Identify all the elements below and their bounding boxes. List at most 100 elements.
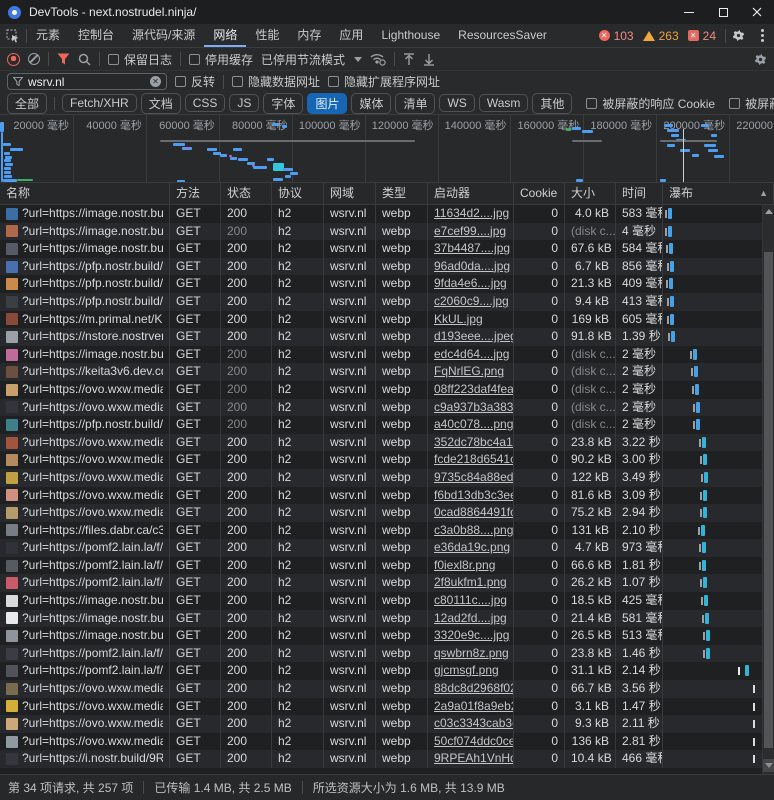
scrollbar-thumb[interactable] [764, 252, 773, 748]
table-row[interactable]: ?url=https://ovo.wxw.media... GET 200 h2… [0, 451, 774, 469]
request-initiator[interactable]: 2f8ukfm1.png [428, 574, 514, 592]
request-initiator[interactable]: c2060c9....jpg [428, 293, 514, 311]
close-button[interactable] [740, 0, 774, 24]
request-initiator[interactable]: 96ad0da....jpg [428, 258, 514, 276]
column-header-protocol[interactable]: 协议 [272, 183, 324, 204]
request-initiator[interactable]: 12ad2fd....jpg [428, 610, 514, 628]
request-initiator[interactable]: c80111c....jpg [428, 592, 514, 610]
request-name-cell[interactable]: ?url=https://image.nostr.bui... [0, 592, 170, 610]
request-initiator[interactable]: 08ff223daf4fea96 [428, 381, 514, 399]
request-initiator[interactable]: f0iexl8r.png [428, 557, 514, 575]
request-initiator[interactable]: qswbrn8z.png [428, 645, 514, 663]
request-initiator[interactable]: f6bd13db3c3ee3 [428, 487, 514, 505]
throttling-dropdown[interactable]: 已停用节流模式 [261, 51, 362, 68]
request-name-cell[interactable]: ?url=https://ovo.wxw.media... [0, 434, 170, 452]
export-har-icon[interactable] [423, 53, 435, 66]
type-filter-chip[interactable]: Wasm [479, 94, 529, 112]
request-name-cell[interactable]: ?url=https://image.nostr.bui... [0, 627, 170, 645]
request-name-cell[interactable]: ?url=https://nstore.nostrver... [0, 328, 170, 346]
devtools-tab[interactable]: 源代码/来源 [123, 24, 204, 47]
table-row[interactable]: ?url=https://image.nostr.bui... GET 200 … [0, 205, 774, 223]
table-row[interactable]: ?url=https://ovo.wxw.media... GET 200 h2… [0, 504, 774, 522]
request-name-cell[interactable]: ?url=https://files.dabr.ca/c3... [0, 522, 170, 540]
request-initiator[interactable]: 3320e9c....jpg [428, 627, 514, 645]
table-row[interactable]: ?url=https://m.primal.net/K... GET 200 h… [0, 311, 774, 329]
type-filter-chip[interactable]: 图片 [307, 93, 347, 114]
request-initiator[interactable]: 50cf074ddc0ce9 [428, 733, 514, 751]
request-name-cell[interactable]: ?url=https://pfp.nostr.build/... [0, 275, 170, 293]
request-name-cell[interactable]: ?url=https://pfp.nostr.build/... [0, 293, 170, 311]
request-initiator[interactable]: 2a9a01f8a9eb2c [428, 698, 514, 716]
hide-data-urls-checkbox[interactable]: 隐藏数据网址 [232, 73, 320, 90]
table-row[interactable]: ?url=https://pfp.nostr.build/... GET 200… [0, 293, 774, 311]
request-initiator[interactable]: edc4d64....jpg [428, 346, 514, 364]
request-name-cell[interactable]: ?url=https://ovo.wxw.media... [0, 487, 170, 505]
table-row[interactable]: ?url=https://pomf2.lain.la/f/... GET 200… [0, 662, 774, 680]
table-row[interactable]: ?url=https://i.nostr.build/9R... GET 200… [0, 750, 774, 768]
table-row[interactable]: ?url=https://pomf2.lain.la/f/... GET 200… [0, 557, 774, 575]
preserve-log-checkbox[interactable]: 保留日志 [108, 51, 172, 68]
checkbox[interactable] [232, 76, 243, 87]
devtools-tab[interactable]: 内存 [288, 24, 330, 47]
request-initiator[interactable]: 11634d2....jpg [428, 205, 514, 223]
table-row[interactable]: ?url=https://image.nostr.bui... GET 200 … [0, 610, 774, 628]
request-name-cell[interactable]: ?url=https://pfp.nostr.build/... [0, 258, 170, 276]
devtools-tab[interactable]: 应用 [330, 24, 372, 47]
table-row[interactable]: ?url=https://pfp.nostr.build/... GET 200… [0, 416, 774, 434]
request-name-cell[interactable]: ?url=https://image.nostr.bui... [0, 205, 170, 223]
type-filter-chip[interactable]: Fetch/XHR [62, 94, 137, 112]
column-header-name[interactable]: 名称 [0, 183, 170, 204]
request-initiator[interactable]: FqNrlEG.png [428, 363, 514, 381]
request-name-cell[interactable]: ?url=https://ovo.wxw.media... [0, 698, 170, 716]
request-initiator[interactable]: 0cad8864491fc0 [428, 504, 514, 522]
request-name-cell[interactable]: ?url=https://ovo.wxw.media... [0, 469, 170, 487]
request-initiator[interactable]: e7cef99....jpg [428, 223, 514, 241]
table-row[interactable]: ?url=https://pfp.nostr.build/... GET 200… [0, 275, 774, 293]
type-filter-chip[interactable]: CSS [185, 94, 226, 112]
column-header-waterfall[interactable]: 瀑布 ▲ [663, 183, 774, 204]
request-initiator[interactable]: 9RPEAh1VnHdPz [428, 750, 514, 768]
request-name-cell[interactable]: ?url=https://image.nostr.bui... [0, 610, 170, 628]
table-row[interactable]: ?url=https://ovo.wxw.media... GET 200 h2… [0, 381, 774, 399]
table-row[interactable]: ?url=https://nstore.nostrver... GET 200 … [0, 328, 774, 346]
request-name-cell[interactable]: ?url=https://pomf2.lain.la/f/... [0, 645, 170, 663]
request-initiator[interactable]: d193eee....jpeg [428, 328, 514, 346]
request-initiator[interactable]: gjcmsgf.png [428, 662, 514, 680]
table-row[interactable]: ?url=https://ovo.wxw.media... GET 200 h2… [0, 680, 774, 698]
column-header-cookie[interactable]: Cookie [514, 183, 565, 204]
devtools-tab[interactable]: Lighthouse [372, 24, 449, 47]
minimize-button[interactable] [672, 0, 706, 24]
table-row[interactable]: ?url=https://ovo.wxw.media... GET 200 h2… [0, 733, 774, 751]
maximize-button[interactable] [706, 0, 740, 24]
table-row[interactable]: ?url=https://image.nostr.bui... GET 200 … [0, 627, 774, 645]
request-initiator[interactable]: c03c3343cab3ee [428, 715, 514, 733]
request-initiator[interactable]: 9735c84a88ed48 [428, 469, 514, 487]
devtools-tab[interactable]: 性能 [246, 24, 288, 47]
request-initiator[interactable]: 352dc78bc4a116 [428, 434, 514, 452]
table-row[interactable]: ?url=https://image.nostr.bui... GET 200 … [0, 346, 774, 364]
table-row[interactable]: ?url=https://ovo.wxw.media... GET 200 h2… [0, 469, 774, 487]
blocked-requests-checkbox[interactable]: 被屏蔽的请求 [729, 95, 774, 112]
clear-filter-icon[interactable]: ✕ [150, 76, 161, 87]
table-row[interactable]: ?url=https://ovo.wxw.media... GET 200 h2… [0, 715, 774, 733]
request-initiator[interactable]: e36da19c.png [428, 539, 514, 557]
filter-toggle-icon[interactable] [57, 53, 70, 65]
request-name-cell[interactable]: ?url=https://m.primal.net/K... [0, 311, 170, 329]
network-settings-gear-icon[interactable] [754, 53, 767, 66]
type-filter-chip[interactable]: 全部 [7, 93, 47, 114]
devtools-tab[interactable]: 网络 [204, 24, 246, 47]
more-options-kebab-icon[interactable] [751, 29, 774, 42]
table-row[interactable]: ?url=https://ovo.wxw.media... GET 200 h2… [0, 698, 774, 716]
devtools-tab[interactable]: 元素 [27, 24, 69, 47]
request-name-cell[interactable]: ?url=https://pomf2.lain.la/f/... [0, 662, 170, 680]
table-row[interactable]: ?url=https://keita3v6.dev.cd... GET 200 … [0, 363, 774, 381]
settings-gear-icon[interactable] [726, 29, 751, 42]
filter-input[interactable] [28, 75, 128, 89]
table-row[interactable]: ?url=https://image.nostr.bui... GET 200 … [0, 223, 774, 241]
column-header-type[interactable]: 类型 [376, 183, 428, 204]
column-header-initiator[interactable]: 启动器 [428, 183, 514, 204]
table-row[interactable]: ?url=https://files.dabr.ca/c3... GET 200… [0, 522, 774, 540]
table-row[interactable]: ?url=https://pomf2.lain.la/f/... GET 200… [0, 539, 774, 557]
type-filter-chip[interactable]: 文档 [141, 93, 181, 114]
network-conditions-icon[interactable] [370, 53, 386, 66]
